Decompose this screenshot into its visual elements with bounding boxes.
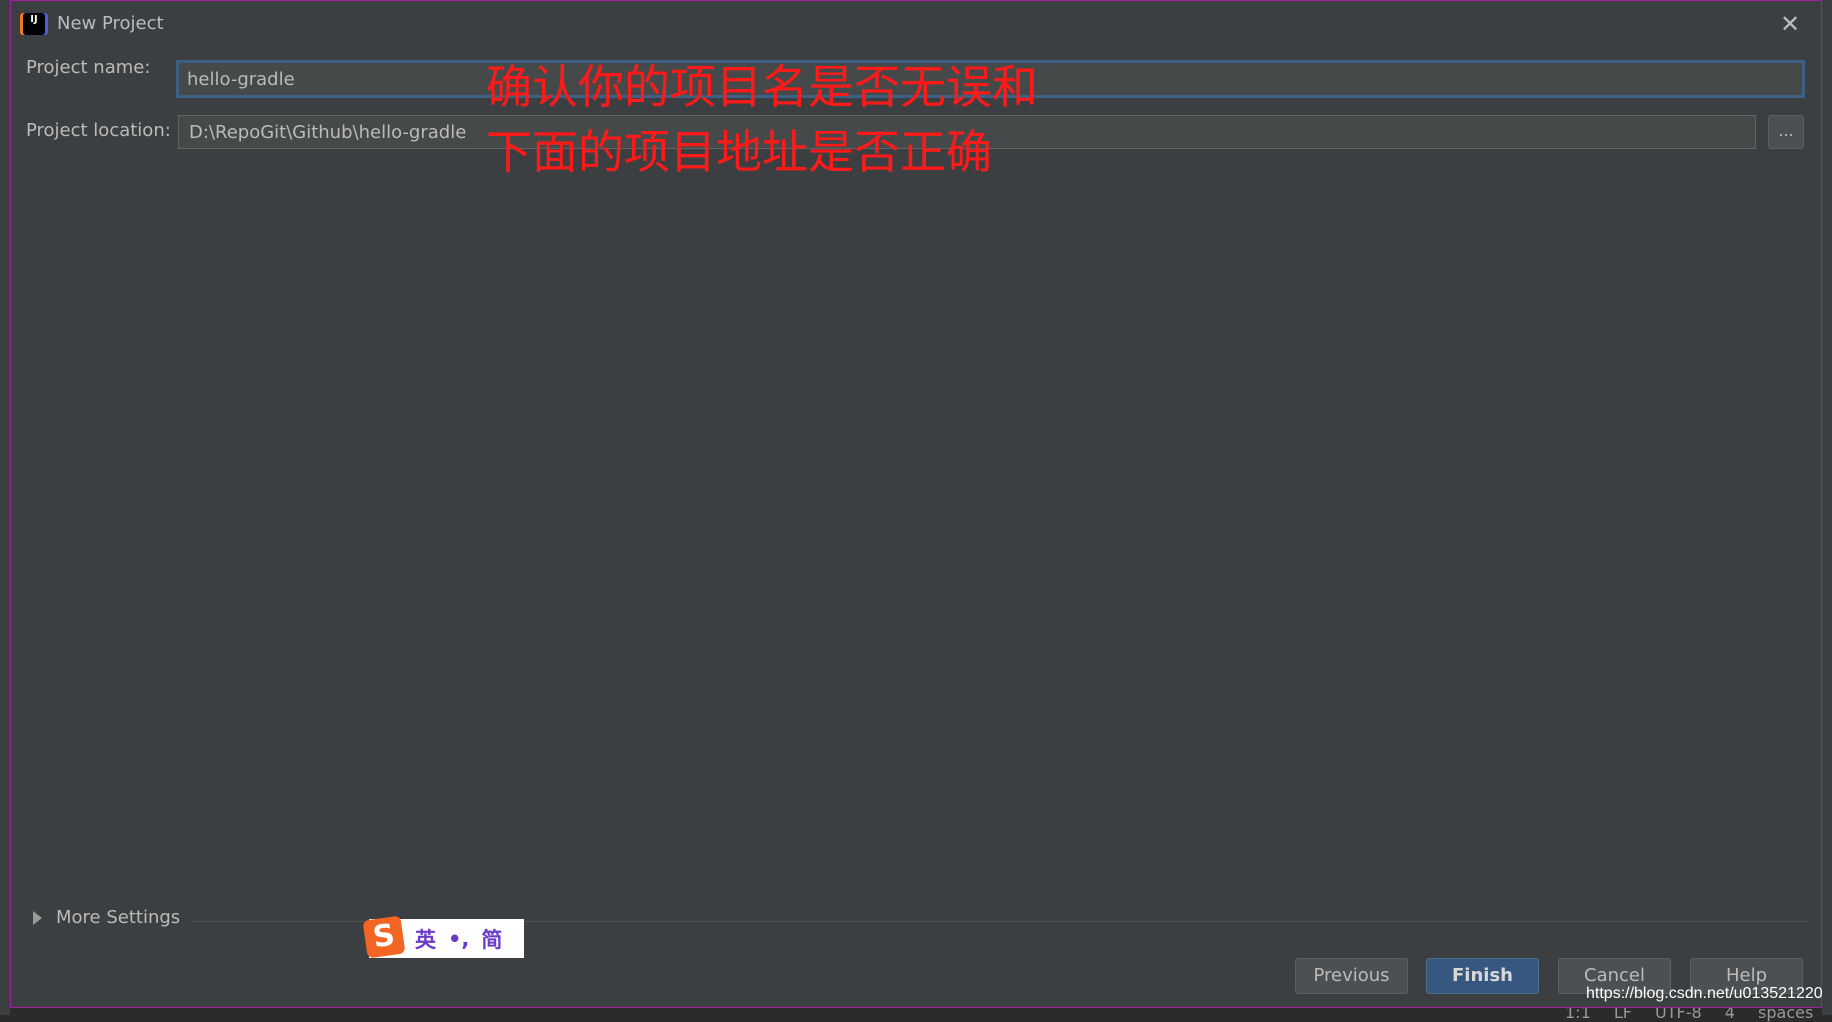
ide-background-right [1822,0,1832,1015]
new-project-dialog: IJ New Project ✕ Project name: hello-gra… [10,0,1822,1008]
dialog-title: New Project [57,13,164,34]
ime-language-mode[interactable]: 英 [415,924,436,954]
annotation-line-1: 确认你的项目名是否无误和 [486,60,1038,114]
title-bar: IJ New Project ✕ [11,1,1821,49]
expand-triangle-icon [33,910,42,925]
annotation-line-2: 下面的项目地址是否正确 [486,125,992,179]
intellij-idea-icon: IJ [23,13,45,35]
more-settings-toggle[interactable]: More Settings [33,907,180,928]
project-location-label: Project location: [26,120,171,141]
watermark: https://blog.csdn.net/u013521220 [1586,985,1823,1002]
sogou-logo-icon: S [362,915,406,958]
project-name-label: Project name: [26,57,151,78]
ide-background-left [0,0,10,1015]
browse-button[interactable]: ... [1768,115,1804,149]
ime-script-mode[interactable]: 简 [481,924,502,954]
sogou-ime-toolbar[interactable]: S 英 •, 简 [362,915,524,958]
previous-button[interactable]: Previous [1295,958,1408,994]
more-settings-label: More Settings [56,907,181,928]
close-icon[interactable]: ✕ [1777,11,1803,37]
finish-button[interactable]: Finish [1426,958,1539,994]
ime-punctuation-mode[interactable]: •, [448,927,469,951]
